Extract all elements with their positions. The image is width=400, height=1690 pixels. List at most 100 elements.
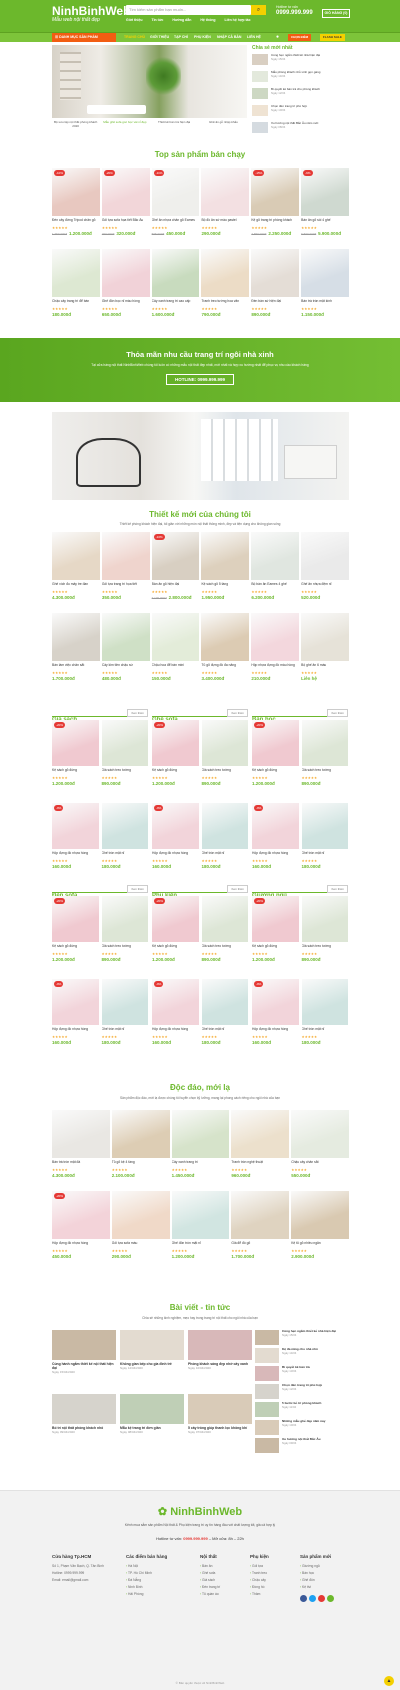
product-image[interactable] <box>201 896 248 942</box>
product-image[interactable] <box>52 249 100 297</box>
product-name[interactable]: Ghế xích đu mây tre đan <box>52 582 100 590</box>
product-name[interactable]: Ghế đôn tròn mặt nỉ <box>172 1241 230 1249</box>
blog-post[interactable]: 5 cây trồng giúp thanh lọc không khí Ngày… <box>188 1394 252 1434</box>
product-card[interactable]: -10% Đèn cây đứng Tripod chân gỗ ★★★★★ 1.35… <box>52 168 100 249</box>
product-card[interactable]: Gối tựa trang trí họa tiết ★★★★★ 350.000đ <box>101 532 150 613</box>
product-card[interactable]: Tranh tròn nghệ thuật ★★★★★ 960.000đ <box>231 1110 290 1191</box>
product-image[interactable] <box>101 896 148 942</box>
product-name[interactable]: Giá sách treo tường <box>302 944 349 952</box>
product-image[interactable] <box>111 1110 170 1158</box>
product-card[interactable]: -9% Hộp đựng đồ nhựa hồng ★★★★★ 160.000đ <box>252 979 299 1059</box>
quick-link[interactable]: Hướng dẫn <box>172 18 191 22</box>
banner-hotline-button[interactable]: HOTLINE: 0999.999.999 <box>165 373 235 385</box>
quick-link[interactable]: Hệ thống <box>200 18 215 22</box>
product-name[interactable]: Tranh tròn nghệ thuật <box>231 1160 289 1168</box>
product-name[interactable]: Giá sách treo tường <box>302 768 349 776</box>
product-name[interactable]: Hộp đựng đồ nhựa hồng <box>52 1027 99 1035</box>
product-card[interactable]: -20% Hộp đựng đồ nhựa hồng ★★★★★ 450.000đ <box>52 1191 110 1272</box>
product-card[interactable]: Giá sách treo tường ★★★★★ 890.000đ <box>201 720 249 800</box>
product-card[interactable]: -20% Kệ sách gỗ đứng ★★★★★ 1.200.000đ <box>152 896 199 976</box>
product-name[interactable]: Hộp đựng đồ nhựa hồng <box>252 1027 299 1035</box>
blog-thumb[interactable] <box>255 1366 279 1381</box>
view-more-button[interactable]: Xem thêm <box>227 885 248 893</box>
product-card[interactable]: Cây kim tiền chậu sứ ★★★★★ 480.000đ <box>101 613 150 694</box>
product-image[interactable] <box>101 803 148 849</box>
product-image[interactable] <box>101 979 148 1025</box>
product-image[interactable] <box>201 168 250 216</box>
product-name[interactable]: Ghế tròn mặt nỉ <box>202 1027 249 1035</box>
product-image[interactable] <box>291 1110 349 1158</box>
product-name[interactable]: Bàn làm việc chân sắt <box>52 663 100 671</box>
product-name[interactable]: Kệ gỗ trang trí phòng khách <box>251 218 299 226</box>
footer-link[interactable]: Ghế đôn <box>300 1577 360 1584</box>
product-name[interactable]: Giá sách treo tường <box>202 768 249 776</box>
product-image[interactable] <box>251 249 300 297</box>
product-name[interactable]: Hộp nhựa đựng đồ màu hồng <box>251 663 299 671</box>
footer-link[interactable]: Đà Nẵng <box>126 1577 186 1584</box>
product-card[interactable]: -9% Hộp đựng đồ nhựa hồng ★★★★★ 160.000đ <box>152 979 199 1059</box>
blog-thumb[interactable] <box>255 1402 279 1417</box>
product-name[interactable]: Ghế ăn nhựa chân gỗ Eames <box>152 218 200 226</box>
post-thumb[interactable] <box>252 54 268 65</box>
product-image[interactable] <box>201 720 248 766</box>
product-card[interactable]: Ghế tròn mặt nỉ ★★★★★ 180.000đ <box>301 803 348 883</box>
post-thumb[interactable] <box>252 88 268 99</box>
product-image[interactable] <box>52 613 100 661</box>
product-card[interactable]: -9% Hộp đựng đồ nhựa hồng ★★★★★ 160.000đ <box>252 803 299 883</box>
blog-post[interactable]: Mẫu kệ trang trí đơn giản Ngày 08/04/2020 <box>120 1394 184 1434</box>
product-name[interactable]: Bộ bàn ăn Eames 4 ghế <box>251 582 299 590</box>
product-card[interactable]: -20% Kệ sách gỗ đứng ★★★★★ 1.200.000đ <box>152 720 199 800</box>
product-name[interactable]: Bộ ghế ăn 6 màu <box>301 663 349 671</box>
product-name[interactable]: Ghế đôn bọc nỉ màu hồng <box>102 299 150 307</box>
product-name[interactable]: Hộp đựng đồ nhựa hồng <box>152 851 199 859</box>
product-card[interactable]: -9% Hộp đựng đồ nhựa hồng ★★★★★ 160.000đ <box>52 803 99 883</box>
blog-list-item[interactable]: Kệ đa năng cho nhà nhỏ Ngày 14/04 <box>255 1347 349 1363</box>
footer-link[interactable]: Ninh Bình <box>126 1584 186 1591</box>
blog-image[interactable] <box>120 1330 184 1360</box>
product-card[interactable]: Chậu cây chân sắt ★★★★★ 550.000đ <box>291 1110 349 1191</box>
product-name[interactable]: Cây xanh trang trí <box>172 1160 230 1168</box>
product-image[interactable] <box>251 532 300 580</box>
product-name[interactable]: Kệ sách gỗ đứng <box>152 768 199 776</box>
post-thumb[interactable] <box>252 105 268 116</box>
product-image[interactable] <box>301 613 349 661</box>
nav-contact[interactable]: LIÊN HỆ <box>247 33 261 42</box>
categories-menu-button[interactable]: ☰ DANH MỤC SẢN PHẨM <box>52 33 116 42</box>
product-name[interactable]: Kệ sách gỗ 5 tầng <box>201 582 249 590</box>
quick-link[interactable]: Tin tức <box>152 18 164 22</box>
product-name[interactable]: Bàn trà tròn mặt đá <box>52 1160 110 1168</box>
product-card[interactable]: -9% Hộp đựng đồ nhựa hồng ★★★★★ 160.000đ <box>152 803 199 883</box>
blog-thumb[interactable] <box>255 1348 279 1363</box>
product-card[interactable]: Ghế đôn tròn mặt nỉ ★★★★★ 1.200.000đ <box>171 1191 230 1272</box>
product-name[interactable]: Giá để đồ gỗ <box>231 1241 289 1249</box>
twitter-icon[interactable] <box>309 1595 316 1602</box>
product-card[interactable]: -9% Bàn ăn gỗ sồi 4 ghế ★★★★★ 6.500.000đ 5.9… <box>301 168 349 249</box>
google-icon[interactable] <box>327 1595 334 1602</box>
flash-sale-button[interactable]: FLASH SALE <box>320 34 345 41</box>
quick-link[interactable]: Liên hệ hợp tác <box>225 18 251 22</box>
footer-link[interactable]: Hải Phòng <box>126 1591 186 1598</box>
product-image[interactable] <box>201 979 248 1025</box>
product-card[interactable]: -11% Ghế ăn nhựa chân gỗ Eames ★★★★★ 505.00… <box>151 168 200 249</box>
product-name[interactable]: Ghế tròn mặt nỉ <box>202 851 249 859</box>
nav-import[interactable]: NHẬP CẢ BẢN <box>217 33 241 42</box>
product-image[interactable] <box>101 249 150 297</box>
product-card[interactable]: -10% Bàn ăn gỗ hiện đại ★★★★★ 3.100.000đ 2.8… <box>151 532 200 613</box>
view-more-button[interactable]: Xem thêm <box>327 709 348 717</box>
product-card[interactable]: Giá sách treo tường ★★★★★ 890.000đ <box>201 896 248 976</box>
product-name[interactable]: Ghế tròn mặt nỉ <box>102 1027 149 1035</box>
product-name[interactable]: Bàn ăn gỗ sồi 4 ghế <box>301 218 349 226</box>
blog-thumb[interactable] <box>255 1438 279 1453</box>
blog-post[interactable]: Không gian bếp cho gia đình trẻ Ngày 12/0… <box>120 1330 184 1370</box>
blog-thumb[interactable] <box>255 1384 279 1399</box>
product-image[interactable] <box>301 803 348 849</box>
nav-magazine[interactable]: TẠP CHÍ <box>174 33 188 42</box>
product-name[interactable]: Hộp đựng đồ nhựa hồng <box>52 851 99 859</box>
product-image[interactable] <box>171 1191 230 1239</box>
footer-link[interactable]: TP. Hồ Chí Minh <box>126 1570 186 1577</box>
latest-post-item[interactable]: Xu hướng nội thất Bắc Âu năm mới Ngày 08/… <box>252 121 350 137</box>
product-card[interactable]: Kệ tủ gỗ nhiều ngăn ★★★★★ 2.900.000đ <box>291 1191 349 1272</box>
product-image[interactable] <box>301 720 348 766</box>
product-name[interactable]: Ghế tròn mặt nỉ <box>302 1027 349 1035</box>
hero-thumb[interactable]: Mẫu ghế sofa góc bọc vải nỉ đẹp <box>101 120 148 130</box>
